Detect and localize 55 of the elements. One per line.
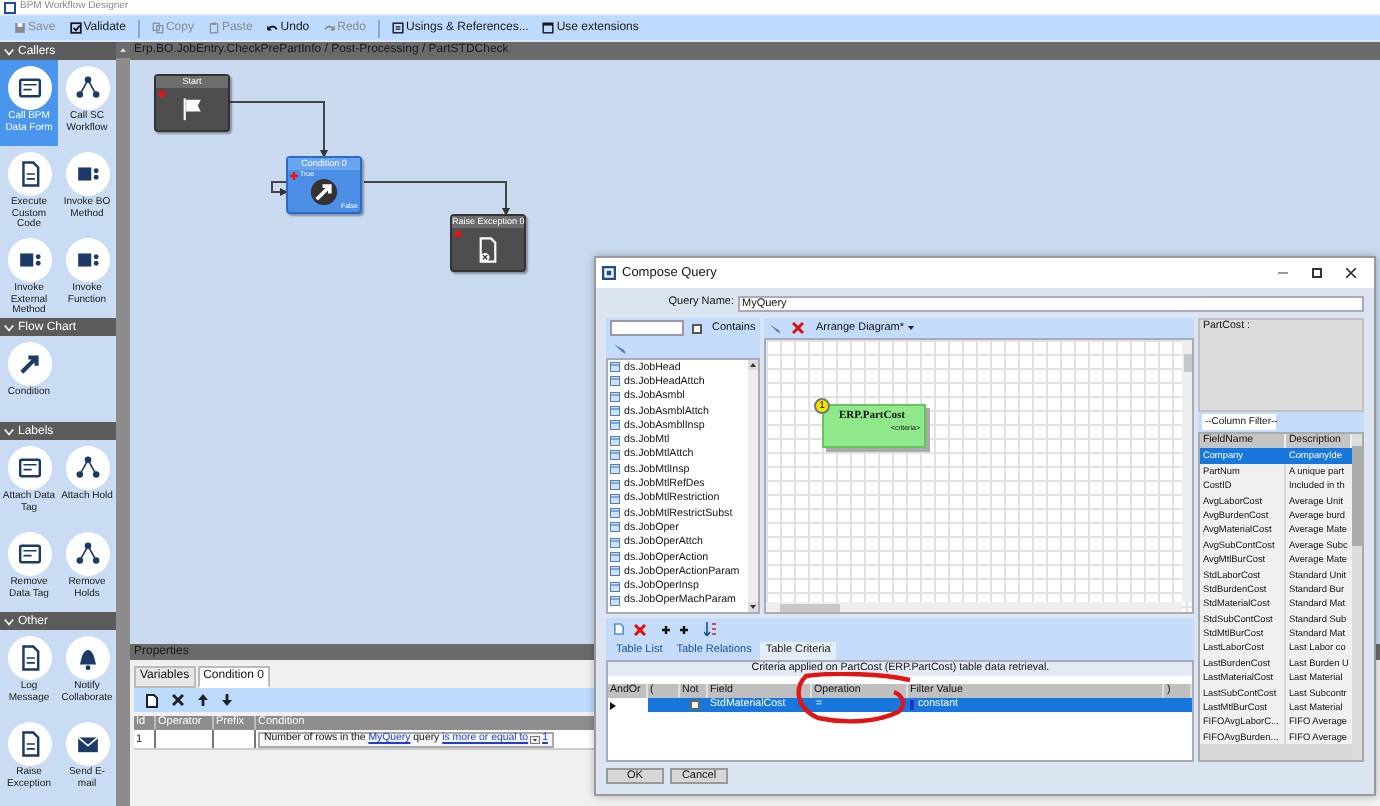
table-icon xyxy=(610,493,620,504)
table-icon xyxy=(610,581,620,592)
table-icon xyxy=(610,479,620,490)
copy-icon xyxy=(151,22,164,34)
checkbox[interactable] xyxy=(689,700,699,710)
plus-icon xyxy=(454,230,462,238)
maximize-icon[interactable] xyxy=(1312,268,1322,278)
table-icon xyxy=(610,420,620,431)
value-marker-icon xyxy=(910,700,914,710)
table-icon xyxy=(610,508,620,519)
scrollbar-thumb[interactable] xyxy=(1352,446,1362,546)
chevron-icon xyxy=(4,47,14,55)
checkbox[interactable] xyxy=(692,323,702,333)
sort-icon[interactable] xyxy=(704,622,716,636)
table-icon xyxy=(610,464,620,475)
scrollbar-thumb[interactable] xyxy=(780,603,840,611)
caret-icon xyxy=(908,326,915,330)
scroll-down-icon[interactable] xyxy=(748,602,758,612)
app-icon xyxy=(602,266,616,280)
table-icon xyxy=(610,537,620,548)
new-document-icon[interactable] xyxy=(146,693,158,707)
scrollbar-thumb[interactable] xyxy=(1183,354,1192,372)
table-icon xyxy=(610,449,620,460)
chevron-icon xyxy=(4,323,14,331)
plus-icon xyxy=(290,172,298,180)
window-icon xyxy=(542,22,555,34)
row-pointer-icon xyxy=(610,701,616,709)
document-icon xyxy=(391,22,404,34)
arrow-down-icon[interactable] xyxy=(222,694,232,706)
table-icon xyxy=(610,566,620,577)
undo-icon xyxy=(266,22,279,34)
table-icon xyxy=(610,376,620,387)
delete-icon[interactable] xyxy=(172,694,184,706)
close-icon[interactable] xyxy=(1346,268,1356,278)
table-icon xyxy=(610,391,620,402)
table-icon xyxy=(610,435,620,446)
chevron-icon xyxy=(4,617,14,625)
scroll-up-icon[interactable] xyxy=(748,360,758,370)
chevron-icon xyxy=(4,427,14,435)
search-field[interactable] xyxy=(610,320,684,336)
pencil-icon[interactable] xyxy=(770,323,784,333)
redo-icon xyxy=(323,22,336,34)
table-icon xyxy=(610,406,620,417)
arrow-up-icon[interactable] xyxy=(198,694,208,706)
plus-icon[interactable] xyxy=(680,625,688,633)
pencil-icon[interactable] xyxy=(614,343,630,353)
table-icon xyxy=(610,522,620,533)
plus-icon xyxy=(158,90,166,98)
table-icon xyxy=(610,362,620,373)
dropdown-icon[interactable] xyxy=(530,735,541,743)
plus-icon[interactable] xyxy=(662,625,670,633)
table-icon xyxy=(610,595,620,606)
checkbox-icon xyxy=(69,22,82,34)
clipboard-icon xyxy=(207,22,220,34)
table-icon xyxy=(610,552,620,562)
